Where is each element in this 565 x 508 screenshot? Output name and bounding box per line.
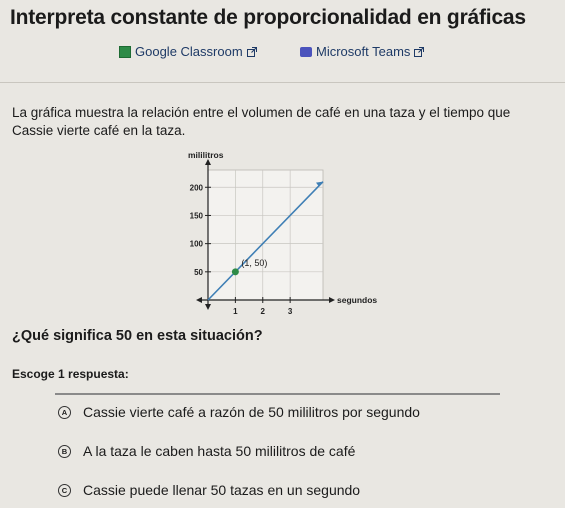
external-link-icon xyxy=(246,46,257,57)
data-point xyxy=(231,268,239,276)
google-classroom-link[interactable]: Google Classroom xyxy=(119,44,257,59)
choices-divider xyxy=(55,393,500,395)
y-axis-arrow-down xyxy=(205,304,211,310)
option-text-c: Cassie puede llenar 50 tazas en un segun… xyxy=(83,482,361,498)
answer-option-a[interactable]: A Cassie vierte café a razón de 50 milil… xyxy=(58,404,420,420)
option-letter-a: A xyxy=(58,405,71,419)
x-tick-label: 3 xyxy=(288,307,293,316)
data-point-label: (1, 50) xyxy=(241,258,267,268)
question-text: La gráfica muestra la relación entre el … xyxy=(12,105,511,138)
option-text-b: A la taza le caben hasta 50 mililitros d… xyxy=(83,443,356,459)
option-letter-b: B xyxy=(58,444,71,458)
x-tick-label: 1 xyxy=(233,307,238,316)
x-axis-arrow xyxy=(329,297,335,303)
y-tick-label: 100 xyxy=(190,240,204,249)
x-axis-label: segundos xyxy=(337,295,377,305)
choose-label: Escoge 1 respuesta: xyxy=(12,367,129,381)
answer-option-c[interactable]: C Cassie puede llenar 50 tazas en un seg… xyxy=(58,482,360,498)
header-divider xyxy=(0,82,565,83)
x-tick-label: 2 xyxy=(261,307,266,316)
y-tick-label: 200 xyxy=(190,183,204,192)
page-title: Interpreta constante de proporcionalidad… xyxy=(10,6,526,29)
google-classroom-icon xyxy=(119,45,131,58)
plot-area xyxy=(207,169,324,301)
answer-option-b[interactable]: B A la taza le caben hasta 50 mililitros… xyxy=(58,443,355,459)
y-tick-label: 150 xyxy=(190,211,204,220)
option-text-a: Cassie vierte café a razón de 50 mililit… xyxy=(83,404,420,420)
question-prompt: ¿Qué significa 50 en esta situación? xyxy=(12,328,263,344)
microsoft-teams-icon xyxy=(300,46,312,57)
y-axis-label: mililitros xyxy=(188,150,224,160)
microsoft-teams-label: Microsoft Teams xyxy=(316,44,411,59)
microsoft-teams-link[interactable]: Microsoft Teams xyxy=(300,44,425,59)
google-classroom-label: Google Classroom xyxy=(135,44,243,59)
y-tick-label: 50 xyxy=(194,268,203,277)
proportionality-chart: 50 100 150 200 1 2 3 mililitros segundos (1, 50) xyxy=(188,150,377,316)
option-letter-c: C xyxy=(58,483,71,497)
external-link-icon xyxy=(414,46,425,57)
x-axis-arrow-left xyxy=(196,297,202,303)
